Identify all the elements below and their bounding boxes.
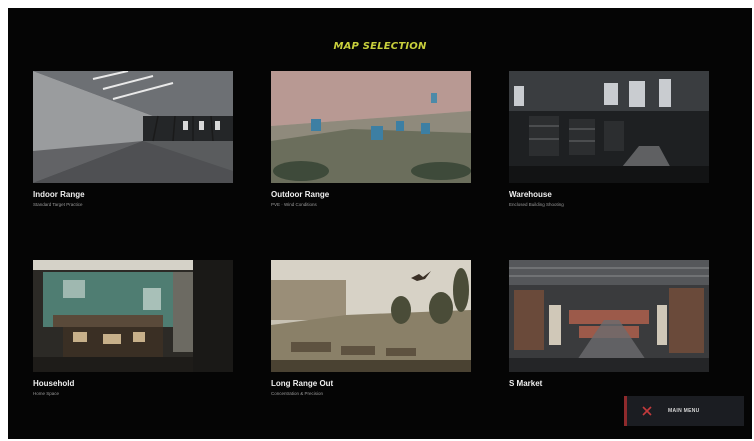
map-card-indoor-range[interactable]: Indoor Range Standard Target Practice xyxy=(33,71,233,207)
main-menu-button[interactable]: MAIN MENU xyxy=(624,396,744,426)
map-name: Household xyxy=(33,379,75,388)
map-subtitle: Standard Target Practice xyxy=(33,202,83,207)
market-image xyxy=(509,260,709,372)
map-thumbnail-indoor-range[interactable] xyxy=(33,71,233,183)
map-card-warehouse[interactable]: Warehouse Enclosed Building Shooting xyxy=(509,71,709,207)
map-subtitle: Enclosed Building Shooting xyxy=(509,202,564,207)
warehouse-image xyxy=(509,71,709,183)
map-thumbnail-outdoor-range[interactable] xyxy=(271,71,471,183)
map-name: Long Range Out xyxy=(271,379,334,388)
map-subtitle: Concentration & Precision xyxy=(271,391,324,396)
game-screen: MAP SELECTION Indoor Range Standard Targ… xyxy=(8,8,752,439)
map-thumbnail-s-market[interactable] xyxy=(509,260,709,372)
map-card-s-market[interactable]: S Market xyxy=(509,260,709,391)
close-icon xyxy=(642,406,652,416)
outdoor-range-image xyxy=(271,71,471,183)
map-card-long-range-out[interactable]: Long Range Out Concentration & Precision xyxy=(271,260,471,396)
map-thumbnail-warehouse[interactable] xyxy=(509,71,709,183)
map-name: Outdoor Range xyxy=(271,190,330,199)
map-name: Warehouse xyxy=(509,190,552,199)
main-menu-label: MAIN MENU xyxy=(668,408,700,414)
map-subtitle: PVE · Wind Conditions xyxy=(271,202,317,207)
map-name: Indoor Range xyxy=(33,190,85,199)
map-name: S Market xyxy=(509,379,543,388)
map-thumbnail-long-range-out[interactable] xyxy=(271,260,471,372)
map-thumbnail-household[interactable] xyxy=(33,260,233,372)
household-image xyxy=(33,260,233,372)
indoor-range-image xyxy=(33,71,233,183)
map-card-household[interactable]: Household Home Space xyxy=(33,260,233,396)
page-title: MAP SELECTION xyxy=(333,41,427,52)
map-card-outdoor-range[interactable]: Outdoor Range PVE · Wind Conditions xyxy=(271,71,471,207)
long-range-image xyxy=(271,260,471,372)
map-subtitle: Home Space xyxy=(33,391,60,396)
map-grid: Indoor Range Standard Target Practice Ou… xyxy=(33,71,723,411)
